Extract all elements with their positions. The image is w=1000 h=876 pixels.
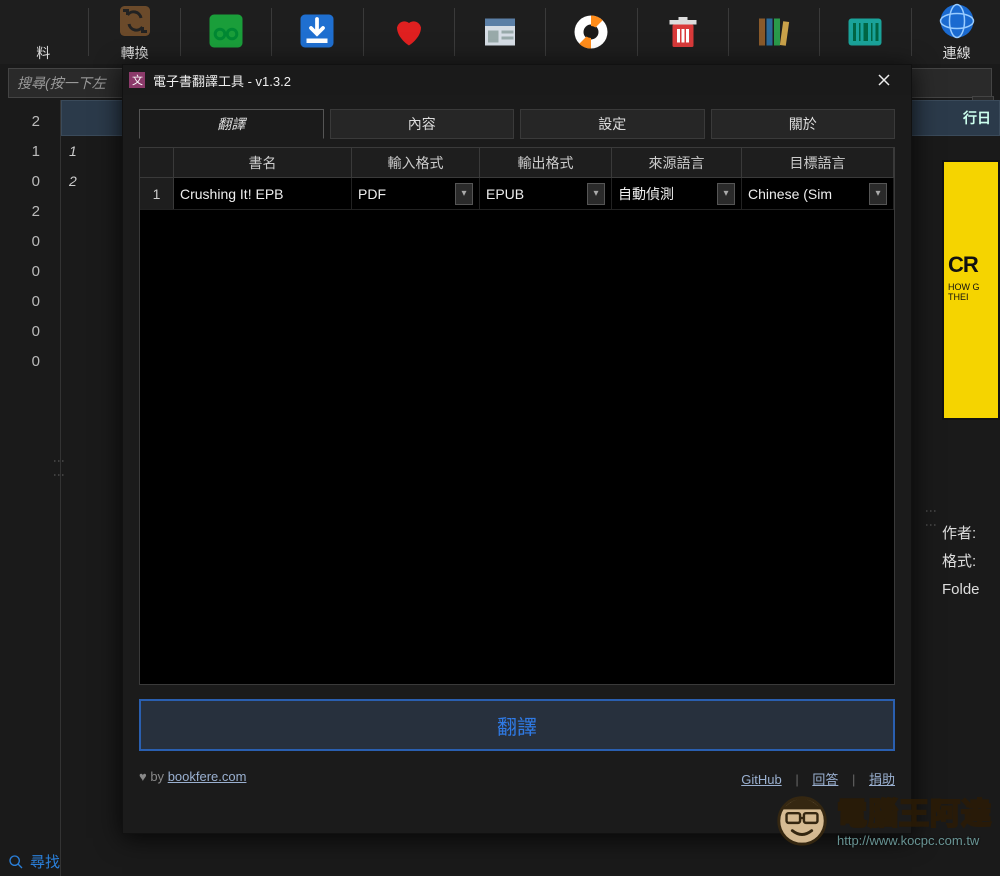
dialog-footer: ♥ by bookfere.com GitHub | 回答 | 捐助 [139, 769, 895, 788]
toolbar-connect[interactable]: 連線 [919, 1, 993, 63]
toolbar-convert[interactable]: 轉換 [97, 1, 171, 63]
toolbar-library[interactable] [737, 12, 811, 52]
refresh-icon [115, 1, 155, 41]
source-lang-select[interactable]: 自動偵測 ▾ [612, 178, 742, 209]
barcode-icon [845, 12, 885, 52]
close-button[interactable] [863, 65, 905, 95]
input-format-select[interactable]: PDF ▾ [352, 178, 480, 209]
github-link[interactable]: GitHub [741, 772, 781, 787]
category-count-column: 2 1 0 2 0 0 0 0 0 [0, 100, 60, 876]
toolbar-view[interactable] [189, 11, 263, 53]
feedback-link[interactable]: 回答 [812, 772, 838, 787]
globe-icon [937, 1, 977, 41]
chevron-down-icon: ▾ [587, 183, 605, 205]
tab-about[interactable]: 關於 [711, 109, 896, 139]
books-icon [754, 12, 794, 52]
format-label: 格式: [942, 548, 1000, 576]
author-label: 作者: [942, 520, 1000, 548]
heart-icon [389, 12, 429, 52]
news-icon [480, 12, 520, 52]
bookfere-link[interactable]: bookfere.com [168, 769, 247, 784]
grid-header: 書名 輸入格式 輸出格式 來源語言 目標語言 [140, 148, 894, 178]
translate-button[interactable]: 翻譯 [139, 699, 895, 751]
search-placeholder: 搜尋(按一下左 [17, 73, 106, 93]
splitter-handle[interactable]: ⋮⋮ [52, 455, 66, 483]
tab-translate[interactable]: 翻譯 [139, 109, 324, 139]
splitter-handle[interactable]: ⋮⋮ [924, 505, 938, 533]
close-icon [878, 74, 890, 86]
col-output-format[interactable]: 輸出格式 [480, 148, 612, 177]
watermark-face-icon [773, 790, 831, 848]
translate-panel: 書名 輸入格式 輸出格式 來源語言 目標語言 1 Crushing It! EP… [139, 147, 895, 685]
toolbar-download[interactable] [280, 11, 354, 53]
col-book-name[interactable]: 書名 [174, 148, 352, 177]
col-source-lang[interactable]: 來源語言 [612, 148, 742, 177]
col-input-format[interactable]: 輸入格式 [352, 148, 480, 177]
col-target-lang[interactable]: 目標語言 [742, 148, 894, 177]
dialog-titlebar[interactable]: 文 電子書翻譯工具 - v1.3.2 [123, 65, 911, 95]
toolbar-barcode[interactable] [828, 12, 902, 52]
dialog-tabs: 翻譯 內容 設定 關於 [139, 109, 895, 139]
main-toolbar: 料 轉換 [0, 0, 1000, 64]
app-icon: 文 [129, 72, 145, 88]
toolbar-help[interactable] [554, 12, 628, 52]
footer-credit: ♥ by bookfere.com [139, 769, 246, 788]
target-lang-select[interactable]: Chinese (Sim ▾ [742, 178, 894, 209]
toolbar-remove[interactable] [645, 12, 719, 52]
trash-icon [663, 12, 703, 52]
search-icon [8, 854, 24, 870]
translator-dialog: 文 電子書翻譯工具 - v1.3.2 翻譯 內容 設定 關於 書名 輸入格式 輸… [122, 64, 912, 834]
tab-content[interactable]: 內容 [330, 109, 515, 139]
glasses-icon [206, 11, 246, 51]
donate-link[interactable]: 捐助 [869, 772, 895, 787]
footer-search-button[interactable]: 尋找 [8, 851, 60, 872]
row-number: 1 [140, 178, 174, 209]
book-metadata: 作者: 格式: Folde [940, 520, 1000, 604]
lifebuoy-icon [571, 12, 611, 52]
toolbar-news[interactable] [463, 12, 537, 52]
toolbar-heart[interactable] [371, 12, 445, 52]
table-row[interactable]: 1 Crushing It! EPB PDF ▾ EPUB ▾ 自動偵測 ▾ C… [140, 178, 894, 210]
chevron-down-icon: ▾ [717, 183, 735, 205]
output-format-select[interactable]: EPUB ▾ [480, 178, 612, 209]
watermark: 電腦王阿達 http://www.kocpc.com.tw [773, 789, 992, 848]
chevron-down-icon: ▾ [455, 183, 473, 205]
download-icon [297, 11, 337, 51]
book-cover-thumbnail[interactable]: CR HOW GTHEI [942, 160, 1000, 420]
cell-book-name[interactable]: Crushing It! EPB [174, 178, 352, 209]
tab-settings[interactable]: 設定 [520, 109, 705, 139]
toolbar-item[interactable]: 料 [6, 1, 80, 63]
chevron-down-icon: ▾ [869, 183, 887, 205]
folder-label: Folde [942, 576, 1000, 604]
dialog-title: 電子書翻譯工具 - v1.3.2 [153, 71, 863, 90]
svg-text:文: 文 [132, 73, 143, 87]
